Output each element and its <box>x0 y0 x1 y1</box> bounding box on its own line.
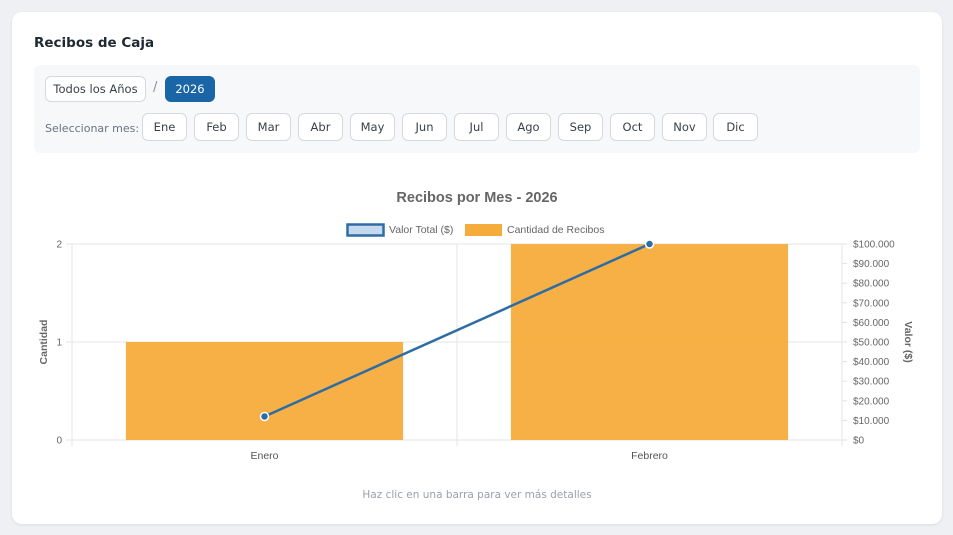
legend-label-cantidad: Cantidad de Recibos <box>507 224 604 236</box>
y-tick-label-left: 0 <box>56 436 62 447</box>
y-tick-label-right: $10.000 <box>853 416 890 427</box>
y-tick-label-right: $80.000 <box>853 279 890 290</box>
y-tick-label-left: 1 <box>56 338 62 349</box>
y-axis-title-left: Cantidad <box>38 320 50 365</box>
chart-hint: Haz clic en una barra para ver más detal… <box>362 489 592 501</box>
legend-swatch-cantidad <box>465 224 502 236</box>
legend-label-valor: Valor Total ($) <box>389 224 453 236</box>
y-tick-label-right: $90.000 <box>853 259 890 270</box>
x-tick-label: Enero <box>250 450 278 462</box>
y-tick-label-right: $40.000 <box>853 357 890 368</box>
point-valor-febrero[interactable] <box>644 239 655 249</box>
y-tick-label-right: $70.000 <box>853 298 890 309</box>
bar-febrero[interactable] <box>510 244 789 440</box>
y-tick-label-right: $20.000 <box>853 396 890 407</box>
chart-title: Recibos por Mes - 2026 <box>396 190 557 206</box>
y-axis-title-right: Valor ($) <box>902 321 914 362</box>
bar-enero[interactable] <box>125 342 404 440</box>
chart-legend[interactable]: Valor Total ($) Cantidad de Recibos <box>346 223 605 237</box>
y-tick-label-right: $50.000 <box>853 338 890 349</box>
y-tick-label-right: $60.000 <box>853 318 890 329</box>
y-tick-label-right: $30.000 <box>853 377 890 388</box>
y-tick-label-left: 2 <box>56 240 62 251</box>
point-valor-enero[interactable] <box>259 411 270 422</box>
receipts-chart: Recibos por Mes - 2026 Valor Total ($) C… <box>38 190 914 462</box>
y-tick-label-right: $0 <box>853 436 865 447</box>
legend-swatch-valor <box>346 223 385 237</box>
y-tick-label-right: $100.000 <box>853 240 895 251</box>
receipts-card: Recibos de Caja Todos los Años / 2026 Se… <box>12 12 942 524</box>
x-tick-label: Febrero <box>631 450 668 462</box>
